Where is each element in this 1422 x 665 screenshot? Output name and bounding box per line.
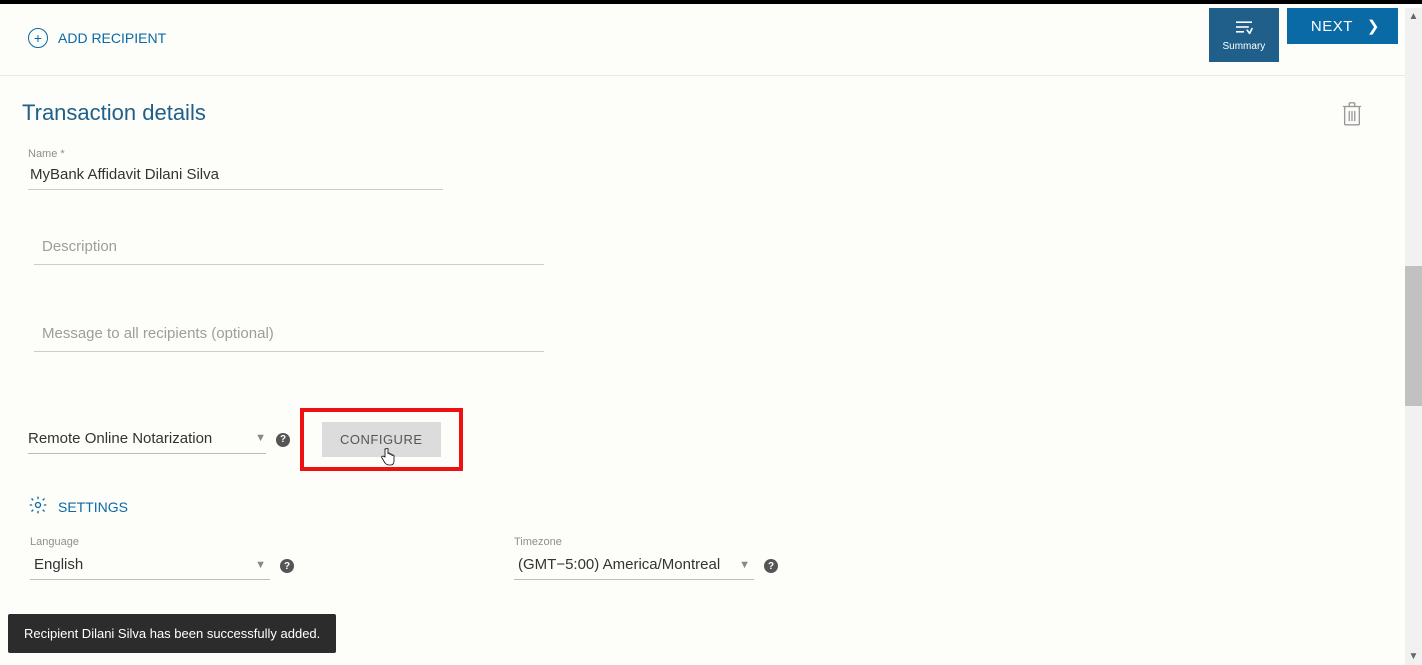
name-label: Name * — [28, 148, 443, 160]
toast-message: Recipient Dilani Silva has been successf… — [24, 626, 320, 641]
chevron-down-icon: ▼ — [255, 559, 266, 571]
delete-button[interactable] — [1341, 101, 1363, 125]
next-button[interactable]: NEXT ❯ — [1287, 8, 1398, 44]
notarization-value: Remote Online Notarization — [28, 430, 212, 447]
notarization-row: Remote Online Notarization ▼ ? CONFIGURE — [28, 408, 1383, 471]
configure-highlight: CONFIGURE — [300, 408, 463, 471]
next-label: NEXT — [1311, 18, 1353, 35]
help-icon[interactable]: ? — [764, 559, 778, 573]
language-label: Language — [30, 536, 294, 548]
plus-icon: + — [28, 28, 48, 48]
summary-label: Summary — [1223, 41, 1266, 52]
timezone-select[interactable]: (GMT−5:00) America/Montreal ▼ — [514, 552, 754, 580]
settings-label: SETTINGS — [58, 499, 128, 515]
timezone-label: Timezone — [514, 536, 778, 548]
toast-notification: Recipient Dilani Silva has been successf… — [8, 614, 336, 653]
page-title: Transaction details — [22, 100, 206, 126]
chevron-right-icon: ❯ — [1367, 17, 1380, 35]
help-icon[interactable]: ? — [276, 433, 290, 447]
help-icon[interactable]: ? — [280, 559, 294, 573]
language-value: English — [34, 556, 83, 573]
chevron-down-icon: ▼ — [739, 559, 750, 571]
message-field[interactable]: Message to all recipients (optional) — [34, 321, 544, 352]
name-input[interactable] — [28, 162, 443, 190]
scrollbar[interactable]: ▲ ▼ — [1405, 8, 1422, 665]
settings-button[interactable]: SETTINGS — [28, 495, 1383, 518]
chevron-down-icon: ▼ — [255, 432, 266, 444]
language-column: Language English ▼ ? — [30, 536, 294, 580]
summary-icon — [1234, 19, 1254, 38]
timezone-value: (GMT−5:00) America/Montreal — [518, 556, 720, 573]
gear-icon — [28, 495, 48, 518]
section-header: Transaction details — [22, 100, 1383, 126]
add-recipient-label: ADD RECIPIENT — [58, 30, 166, 46]
notarization-select[interactable]: Remote Online Notarization ▼ — [28, 426, 266, 454]
top-bar: + ADD RECIPIENT Summary NEXT ❯ — [0, 4, 1422, 76]
add-recipient-button[interactable]: + ADD RECIPIENT — [28, 28, 166, 48]
language-select[interactable]: English ▼ — [30, 552, 270, 580]
top-buttons: Summary NEXT ❯ — [1209, 8, 1398, 62]
scroll-down-icon[interactable]: ▼ — [1405, 648, 1422, 665]
name-field: Name * — [28, 148, 443, 190]
timezone-column: Timezone (GMT−5:00) America/Montreal ▼ ? — [514, 536, 778, 580]
scroll-thumb[interactable] — [1405, 266, 1422, 406]
summary-button[interactable]: Summary — [1209, 8, 1279, 62]
description-field[interactable]: Description — [34, 234, 544, 265]
settings-columns: Language English ▼ ? Timezone (GMT−5:00)… — [30, 536, 1383, 580]
scroll-up-icon[interactable]: ▲ — [1405, 8, 1422, 25]
configure-button[interactable]: CONFIGURE — [322, 422, 441, 457]
